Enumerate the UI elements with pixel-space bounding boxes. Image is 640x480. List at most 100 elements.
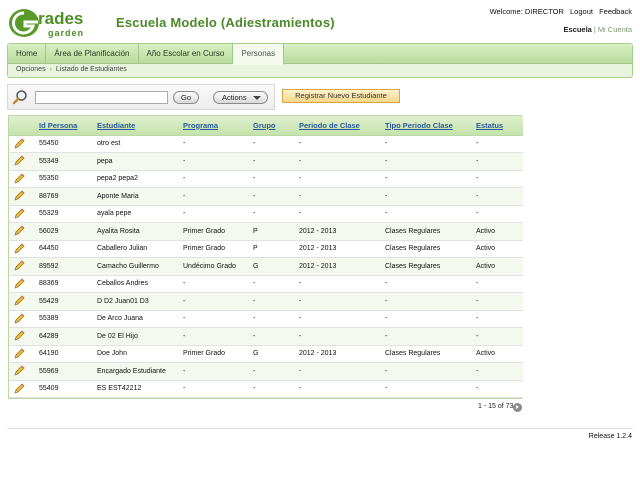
cell-periodo-clase: - <box>295 380 381 398</box>
header-estatus[interactable]: Estatus <box>472 116 523 136</box>
actions-dropdown[interactable]: Actions <box>213 91 268 104</box>
cell-tipo-periodo: - <box>381 292 472 311</box>
cell-id-persona: 89592 <box>35 257 93 276</box>
table-row[interactable]: 55349 pepa - - - - - <box>9 152 523 171</box>
cell-estatus: - <box>472 135 523 153</box>
pencil-icon[interactable] <box>13 208 25 220</box>
table-row[interactable]: 64289 De 02 El Hijo - - - - - <box>9 327 523 346</box>
cell-tipo-periodo: Clases Regulares <box>381 345 472 363</box>
tab-ano-escolar[interactable]: Año Escolar en Curso <box>139 44 234 64</box>
cell-grupo: P <box>249 222 295 241</box>
cell-periodo-clase: - <box>295 170 381 188</box>
go-button[interactable]: Go <box>173 91 199 104</box>
cell-estatus: - <box>472 310 523 328</box>
next-page-icon[interactable] <box>513 403 522 412</box>
pencil-icon[interactable] <box>13 330 25 342</box>
breadcrumb-opciones[interactable]: Opciones <box>16 66 46 73</box>
context-separator: | <box>593 25 596 34</box>
table-row[interactable]: 89592 Camacho Guillermo Undécimo Grado G 201… <box>9 257 523 276</box>
pencil-icon[interactable] <box>13 225 25 237</box>
cell-programa: Undécimo Grado <box>179 257 249 276</box>
cell-id-persona: 55409 <box>35 380 93 398</box>
cell-periodo-clase: 2012 - 2013 <box>295 222 381 241</box>
feedback-link[interactable]: Feedback <box>599 7 632 16</box>
logout-link[interactable]: Logout <box>570 7 593 16</box>
edit-cell <box>9 327 35 346</box>
cell-id-persona: 55450 <box>35 135 93 153</box>
table-row[interactable]: 55969 Encargado Estudiante - - - - - <box>9 362 523 381</box>
table-row[interactable]: 55350 pepa2 pepa2- - - - - <box>9 170 523 188</box>
pencil-icon[interactable] <box>13 295 25 307</box>
context-mi-cuenta[interactable]: Mi Cuenta <box>598 25 632 34</box>
header-programa[interactable]: Programa <box>179 116 249 136</box>
header-grupo[interactable]: Grupo <box>249 116 295 136</box>
logo-graphic: rades garden <box>9 9 84 38</box>
edit-cell <box>9 275 35 293</box>
cell-tipo-periodo: - <box>381 152 472 171</box>
table-header-row: Id Persona Estudiante Programa Grupo Per… <box>9 116 523 136</box>
cell-estudiante: Encargado Estudiante <box>93 362 179 381</box>
table-row[interactable]: 56029 Ayalita Rosita Primer Grado P 2012 - 2… <box>9 222 523 241</box>
pencil-icon[interactable] <box>13 243 25 255</box>
cell-periodo-clase: - <box>295 205 381 223</box>
header-estudiante[interactable]: Estudiante <box>93 116 179 136</box>
cell-periodo-clase: - <box>295 135 381 153</box>
breadcrumb-arrow: › <box>49 66 52 73</box>
cell-estatus: Activo <box>472 222 523 241</box>
pencil-icon[interactable] <box>13 365 25 377</box>
cell-programa: - <box>179 362 249 381</box>
tab-personas[interactable]: Personas <box>233 44 285 65</box>
pencil-icon[interactable] <box>13 313 25 325</box>
tab-home[interactable]: Home <box>8 44 47 64</box>
cell-grupo: - <box>249 362 295 381</box>
table-row[interactable]: 55450 otro est - - - - - <box>9 135 523 153</box>
svg-text:garden: garden <box>48 28 84 38</box>
header-edit <box>9 116 35 136</box>
cell-id-persona: 55429 <box>35 292 93 311</box>
context-escuela[interactable]: Escuela <box>564 25 592 34</box>
cell-id-persona: 88369 <box>35 275 93 293</box>
edit-cell <box>9 362 35 381</box>
cell-estatus: Activo <box>472 345 523 363</box>
cell-programa: - <box>179 205 249 223</box>
table-row[interactable]: 55429 D D2 Juan01 D3- - - - - <box>9 292 523 311</box>
table-row[interactable]: 55409 ES EST42212- - - - - <box>9 380 523 398</box>
cell-tipo-periodo: Clases Regulares <box>381 222 472 241</box>
cell-tipo-periodo: Clases Regulares <box>381 240 472 258</box>
cell-id-persona: 55349 <box>35 152 93 171</box>
cell-estudiante: Camacho Guillermo <box>93 257 179 276</box>
table-row[interactable]: 55329 ayala pepe - - - - - <box>9 205 523 223</box>
header-id-persona[interactable]: Id Persona <box>35 116 93 136</box>
table-row[interactable]: 64190 Doe John Primer Grado G 2012 - 2013 Cla… <box>9 345 523 363</box>
cell-estatus: - <box>472 327 523 346</box>
table-row[interactable]: 88369 Ceballos Andres - - - - - <box>9 275 523 293</box>
cell-tipo-periodo: - <box>381 310 472 328</box>
students-table: Id Persona Estudiante Programa Grupo Per… <box>8 115 523 399</box>
edit-cell <box>9 345 35 363</box>
table-row[interactable]: 88769 Aponte Maria - - - - - <box>9 187 523 206</box>
pencil-icon[interactable] <box>13 173 25 185</box>
pencil-icon[interactable] <box>13 138 25 150</box>
cell-estatus: - <box>472 380 523 398</box>
cell-periodo-clase: - <box>295 292 381 311</box>
table-row[interactable]: 55389 De Arco Juana - - - - - <box>9 310 523 328</box>
search-input[interactable] <box>35 91 168 104</box>
pencil-icon[interactable] <box>13 383 25 395</box>
pencil-icon[interactable] <box>13 155 25 167</box>
pencil-icon[interactable] <box>13 260 25 272</box>
cell-estatus: - <box>472 205 523 223</box>
register-student-button[interactable]: Registrar Nuevo Estudiante <box>282 89 400 103</box>
grades-garden-logo[interactable]: rades garden <box>8 7 104 39</box>
cell-periodo-clase: - <box>295 187 381 206</box>
header-periodo-clase[interactable]: Periodo de Clase <box>295 116 381 136</box>
pencil-icon[interactable] <box>13 348 25 360</box>
cell-estudiante: Ceballos Andres <box>93 275 179 293</box>
cell-tipo-periodo: - <box>381 135 472 153</box>
header-tipo-periodo[interactable]: Tipo Periodo Clase <box>381 116 472 136</box>
tab-area-planificacion[interactable]: Área de Planificación <box>46 44 139 64</box>
pencil-icon[interactable] <box>13 190 25 202</box>
cell-periodo-clase: 2012 - 2013 <box>295 240 381 258</box>
table-row[interactable]: 64450 Caballero Julian Primer Grado P 2012 -… <box>9 240 523 258</box>
cell-programa: - <box>179 292 249 311</box>
pencil-icon[interactable] <box>13 278 25 290</box>
